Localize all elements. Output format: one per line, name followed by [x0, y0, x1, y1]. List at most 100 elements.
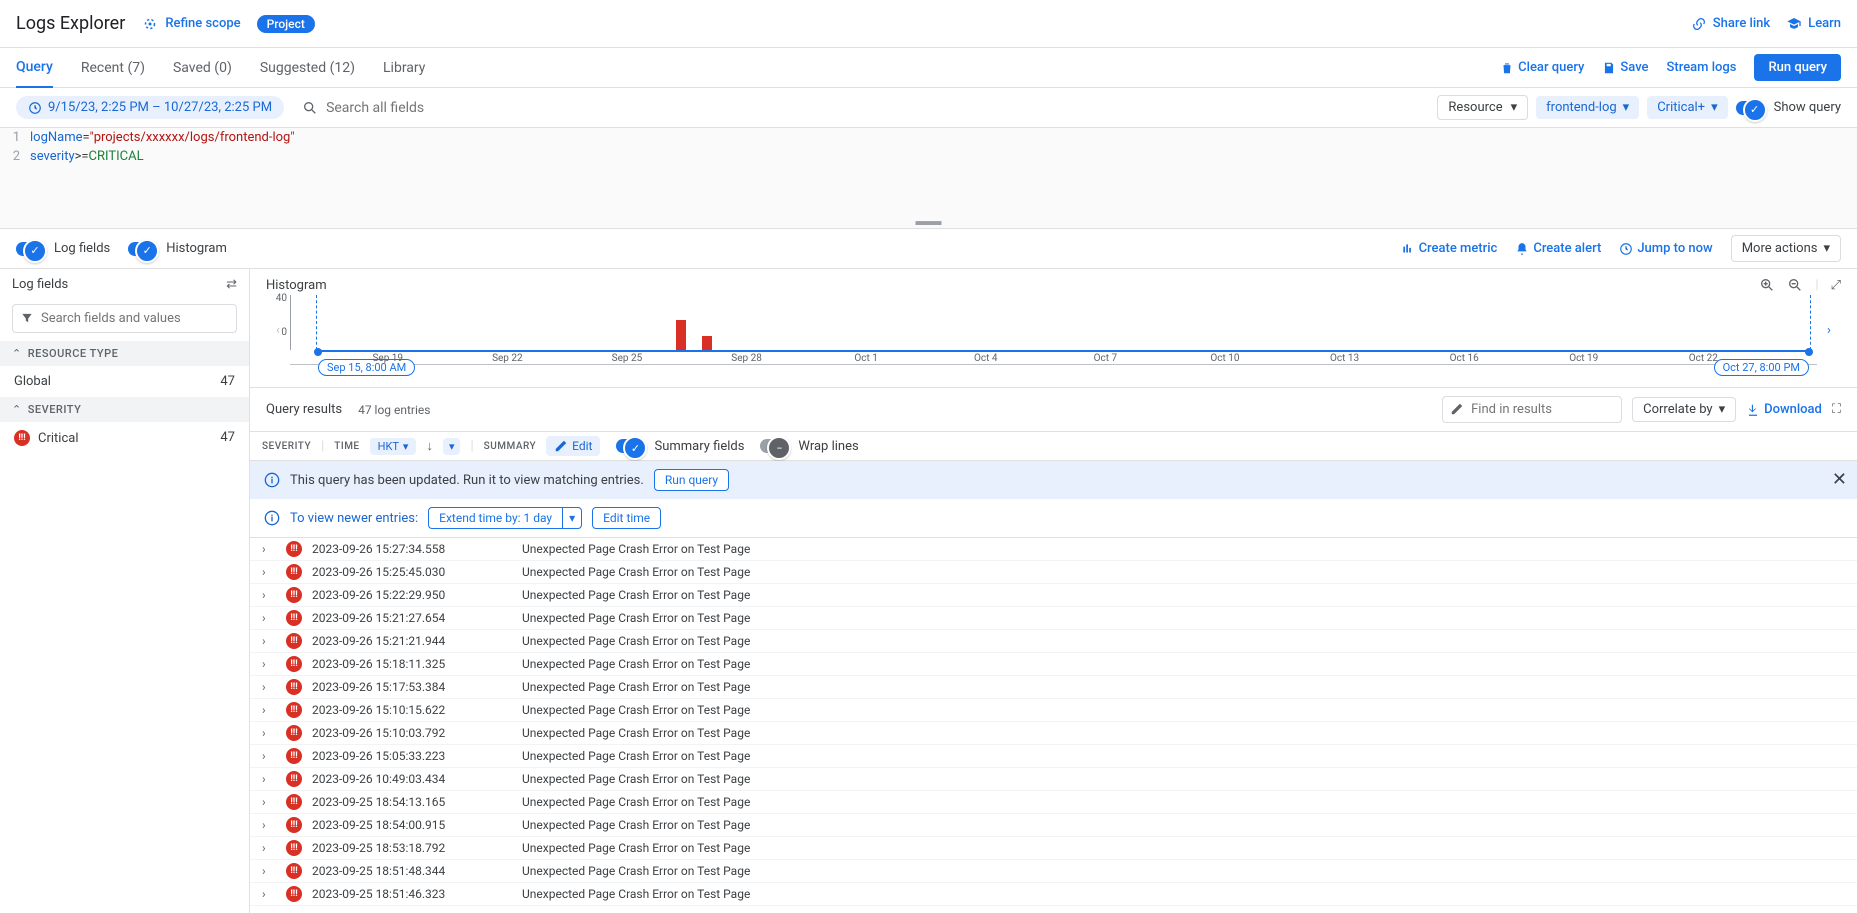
log-row[interactable]: ›!!!2023-09-26 15:17:53.384Unexpected Pa… — [250, 676, 1857, 699]
show-query-toggle[interactable]: Show query — [1736, 100, 1841, 115]
refine-scope[interactable]: Refine scope — [141, 15, 240, 33]
zoom-out-icon[interactable] — [1787, 277, 1803, 293]
create-metric[interactable]: Create metric — [1401, 241, 1498, 256]
toggle-on-icon — [128, 242, 156, 256]
edit-time-button[interactable]: Edit time — [592, 507, 661, 529]
extend-time-button[interactable]: Extend time by: 1 day — [428, 507, 562, 529]
log-timestamp: 2023-09-26 15:25:45.030 — [312, 565, 512, 579]
log-row[interactable]: ›!!!2023-09-26 15:27:34.558Unexpected Pa… — [250, 538, 1857, 561]
tab-query[interactable]: Query — [16, 48, 53, 88]
toggle-on-icon — [1736, 101, 1764, 115]
jump-to-now[interactable]: Jump to now — [1619, 241, 1712, 256]
log-row[interactable]: ›!!!2023-09-25 18:54:00.915Unexpected Pa… — [250, 814, 1857, 837]
resource-filter[interactable]: Resource ▾ — [1437, 95, 1528, 120]
zoom-in-icon[interactable] — [1759, 277, 1775, 293]
topbar: Logs Explorer Refine scope Project Share… — [0, 0, 1857, 48]
log-row[interactable]: ›!!!2023-09-26 15:05:33.223Unexpected Pa… — [250, 745, 1857, 768]
run-query-button[interactable]: Run query — [1754, 54, 1841, 81]
expand-icon[interactable]: › — [262, 657, 276, 671]
clear-query[interactable]: Clear query — [1500, 60, 1584, 75]
tab-library[interactable]: Library — [383, 48, 425, 88]
severity-filter[interactable]: Critical+ ▾ — [1647, 96, 1727, 119]
histogram-canvas[interactable]: 40 0 Sep 15, 8:00 AM Oct 27, 8:00 PM Sep… — [290, 295, 1817, 365]
log-fields-toggle[interactable]: Log fields — [16, 241, 110, 256]
search-all-fields[interactable] — [292, 100, 1429, 116]
expand-icon[interactable]: › — [262, 864, 276, 878]
histogram-next[interactable]: › — [1817, 295, 1841, 365]
search-input[interactable] — [326, 100, 1419, 116]
section-severity[interactable]: ⌃SEVERITY — [0, 397, 249, 422]
log-row[interactable]: ›!!!2023-09-26 15:18:11.325Unexpected Pa… — [250, 653, 1857, 676]
expand-icon[interactable]: › — [262, 680, 276, 694]
panel-collapse-icon[interactable]: ⇄ — [226, 277, 237, 292]
log-row[interactable]: ›!!!2023-09-25 18:51:48.344Unexpected Pa… — [250, 860, 1857, 883]
tab-recent[interactable]: Recent (7) — [81, 48, 145, 88]
query-editor[interactable]: 1 logName="projects/xxxxxx/logs/frontend… — [0, 128, 1857, 229]
field-global[interactable]: Global47 — [0, 366, 249, 397]
find-in-results-input[interactable] — [1442, 396, 1622, 423]
fullscreen-icon[interactable]: ⛶ — [1832, 402, 1841, 417]
close-icon[interactable]: ✕ — [1832, 469, 1847, 490]
log-row[interactable]: ›!!!2023-09-26 15:21:21.944Unexpected Pa… — [250, 630, 1857, 653]
wrap-lines-toggle[interactable]: Wrap lines — [760, 439, 858, 454]
expand-icon[interactable]: › — [262, 772, 276, 786]
histogram-tick: Oct 4 — [974, 353, 998, 364]
histogram-toggle[interactable]: Histogram — [128, 241, 227, 256]
sort-down-icon[interactable]: ↓ — [426, 438, 433, 454]
log-timestamp: 2023-09-26 15:05:33.223 — [312, 749, 512, 763]
log-row[interactable]: ›!!!2023-09-26 15:10:15.622Unexpected Pa… — [250, 699, 1857, 722]
expand-icon[interactable]: › — [262, 565, 276, 579]
logname-filter[interactable]: frontend-log ▾ — [1536, 96, 1639, 119]
log-row[interactable]: ›!!!2023-09-25 18:53:18.792Unexpected Pa… — [250, 837, 1857, 860]
banner-run-query[interactable]: Run query — [654, 469, 729, 491]
stream-logs[interactable]: Stream logs — [1667, 60, 1737, 75]
log-row[interactable]: ›!!!2023-09-26 15:25:45.030Unexpected Pa… — [250, 561, 1857, 584]
more-actions[interactable]: More actions▾ — [1731, 235, 1841, 262]
create-alert[interactable]: Create alert — [1515, 241, 1601, 256]
log-row[interactable]: ›!!!2023-09-25 18:51:46.323Unexpected Pa… — [250, 883, 1857, 906]
timezone-selector[interactable]: HKT ▾ — [370, 438, 417, 455]
edit-columns[interactable]: Edit — [546, 436, 600, 456]
chevron-down-icon: ▾ — [1823, 241, 1830, 256]
download-button[interactable]: Download — [1746, 402, 1822, 417]
expand-icon[interactable]: › — [262, 588, 276, 602]
correlate-by[interactable]: Correlate by▾ — [1632, 397, 1736, 422]
tab-suggested[interactable]: Suggested (12) — [260, 48, 355, 88]
expand-icon[interactable]: › — [262, 818, 276, 832]
resize-grip[interactable]: ▬▬ — [0, 214, 1857, 228]
log-timestamp: 2023-09-26 15:27:34.558 — [312, 542, 512, 556]
save-query[interactable]: Save — [1602, 60, 1648, 75]
expand-icon[interactable]: › — [262, 749, 276, 763]
expand-icon[interactable]: › — [262, 726, 276, 740]
expand-icon[interactable]: › — [262, 841, 276, 855]
chevron-down-icon: ▾ — [1711, 100, 1718, 115]
scope-badge[interactable]: Project — [257, 15, 315, 33]
gutter-2: 2 — [0, 149, 30, 164]
histogram-label: Histogram — [166, 241, 227, 256]
time-menu[interactable]: ▾ — [443, 438, 461, 455]
summary-fields-toggle[interactable]: Summary fields — [616, 439, 744, 454]
expand-icon[interactable]: ⤢ — [1831, 278, 1841, 293]
expand-icon[interactable]: › — [262, 542, 276, 556]
log-row[interactable]: ›!!!2023-09-26 15:22:29.950Unexpected Pa… — [250, 584, 1857, 607]
section-resource-type[interactable]: ⌃RESOURCE TYPE — [0, 341, 249, 366]
section-label: RESOURCE TYPE — [28, 347, 119, 360]
field-critical[interactable]: !!!Critical 47 — [0, 422, 249, 454]
extend-time-menu[interactable]: ▾ — [562, 507, 582, 529]
expand-icon[interactable]: › — [262, 703, 276, 717]
log-row[interactable]: ›!!!2023-09-26 15:10:03.792Unexpected Pa… — [250, 722, 1857, 745]
share-link[interactable]: Share link — [1691, 16, 1770, 32]
expand-icon[interactable]: › — [262, 795, 276, 809]
expand-icon[interactable]: › — [262, 634, 276, 648]
expand-icon[interactable]: › — [262, 611, 276, 625]
learn-link[interactable]: Learn — [1786, 16, 1841, 32]
log-row[interactable]: ›!!!2023-09-26 10:49:03.434Unexpected Pa… — [250, 768, 1857, 791]
log-row[interactable]: ›!!!2023-09-26 15:21:27.654Unexpected Pa… — [250, 607, 1857, 630]
fields-search-input[interactable] — [12, 304, 237, 333]
time-range-chip[interactable]: 9/15/23, 2:25 PM – 10/27/23, 2:25 PM — [16, 96, 284, 119]
download-label: Download — [1764, 402, 1822, 417]
histogram-tick: Oct 16 — [1450, 353, 1479, 364]
expand-icon[interactable]: › — [262, 887, 276, 901]
log-row[interactable]: ›!!!2023-09-25 18:54:13.165Unexpected Pa… — [250, 791, 1857, 814]
tab-saved[interactable]: Saved (0) — [173, 48, 232, 88]
